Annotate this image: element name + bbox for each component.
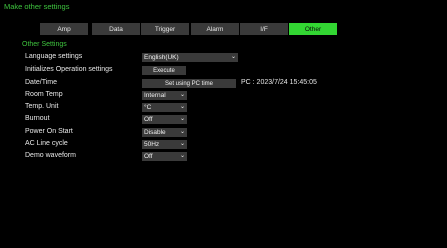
init-ops-label: Initializes Operation settings bbox=[25, 66, 113, 73]
room-temp-label: Room Temp bbox=[25, 91, 63, 98]
set-pc-time-button[interactable]: Set using PC time bbox=[142, 79, 236, 88]
tab-data[interactable]: Data bbox=[92, 23, 140, 35]
tab-amp[interactable]: Amp bbox=[40, 23, 88, 35]
power-on-start-value: Disable bbox=[144, 129, 166, 136]
datetime-label: Date/Time bbox=[25, 79, 58, 86]
ac-line-cycle-select[interactable]: 50Hz ⌄ bbox=[142, 140, 187, 149]
window-title: Make other settings bbox=[4, 2, 70, 11]
chevron-down-icon: ⌄ bbox=[179, 116, 185, 122]
tab-alarm[interactable]: Alarm bbox=[191, 23, 239, 35]
tab-other[interactable]: Other bbox=[289, 23, 337, 35]
chevron-down-icon: ⌄ bbox=[179, 141, 185, 147]
language-select[interactable]: English(UK) ⌄ bbox=[142, 53, 238, 62]
power-on-start-label: Power On Start bbox=[25, 128, 73, 135]
power-on-start-select[interactable]: Disable ⌄ bbox=[142, 128, 187, 137]
demo-waveform-select[interactable]: Off ⌄ bbox=[142, 152, 187, 161]
ac-line-cycle-label: AC Line cycle bbox=[25, 140, 68, 147]
room-temp-value: Internal bbox=[144, 92, 166, 99]
language-settings-label: Language settings bbox=[25, 53, 83, 60]
chevron-down-icon: ⌄ bbox=[230, 54, 236, 60]
language-select-value: English(UK) bbox=[144, 54, 179, 61]
burnout-value: Off bbox=[144, 116, 153, 123]
ac-line-cycle-value: 50Hz bbox=[144, 141, 160, 148]
burnout-label: Burnout bbox=[25, 115, 50, 122]
temp-unit-value: °C bbox=[144, 104, 152, 111]
chevron-down-icon: ⌄ bbox=[179, 104, 185, 110]
tab-if[interactable]: I/F bbox=[240, 23, 288, 35]
chevron-down-icon: ⌄ bbox=[179, 153, 185, 159]
tab-trigger[interactable]: Trigger bbox=[141, 23, 189, 35]
burnout-select[interactable]: Off ⌄ bbox=[142, 115, 187, 124]
chevron-down-icon: ⌄ bbox=[179, 92, 185, 98]
demo-waveform-label: Demo waveform bbox=[25, 152, 76, 159]
pc-time-text: PC : 2023/7/24 15:45:05 bbox=[241, 79, 317, 86]
room-temp-select[interactable]: Internal ⌄ bbox=[142, 91, 187, 100]
temp-unit-label: Temp. Unit bbox=[25, 103, 59, 110]
section-title: Other Settings bbox=[22, 41, 67, 48]
temp-unit-select[interactable]: °C ⌄ bbox=[142, 103, 187, 112]
chevron-down-icon: ⌄ bbox=[179, 129, 185, 135]
demo-waveform-value: Off bbox=[144, 153, 153, 160]
execute-button[interactable]: Execute bbox=[142, 66, 186, 75]
